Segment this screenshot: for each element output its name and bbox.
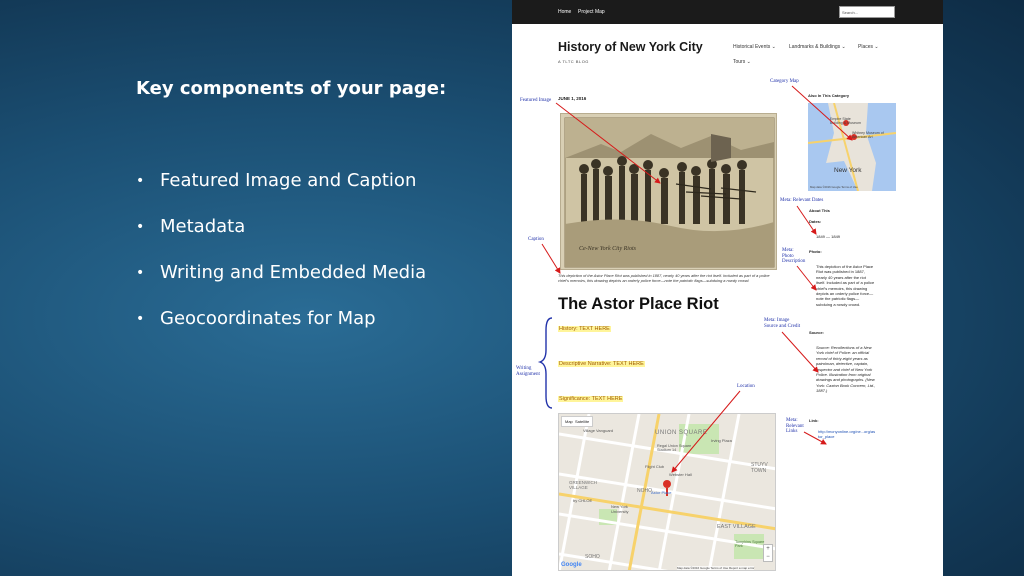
arrow-caption (541, 243, 561, 274)
bullet-list: • Featured Image and Caption • Metadata • W… (136, 170, 426, 354)
writing-brace (537, 317, 553, 409)
arrow-category-map (791, 85, 853, 141)
bullet-item: • Featured Image and Caption (136, 170, 417, 191)
arrow-relevant-dates (796, 205, 817, 235)
bullet-item: • Metadata (136, 216, 246, 237)
arrow-relevant-links (803, 431, 827, 445)
arrow-featured-image (555, 102, 661, 184)
bullet-item: • Writing and Embedded Media (136, 262, 427, 283)
bullet-item: • Geocoordinates for Map (136, 308, 376, 329)
arrow-image-source (781, 331, 819, 373)
annotation-arrows (537, 85, 853, 473)
slide-title: Key components of your page: (136, 78, 447, 99)
arrow-photo-description (796, 265, 817, 291)
webpage-screenshot: Home Project Map Search... History of Ne… (512, 0, 943, 576)
arrow-location (671, 390, 741, 473)
